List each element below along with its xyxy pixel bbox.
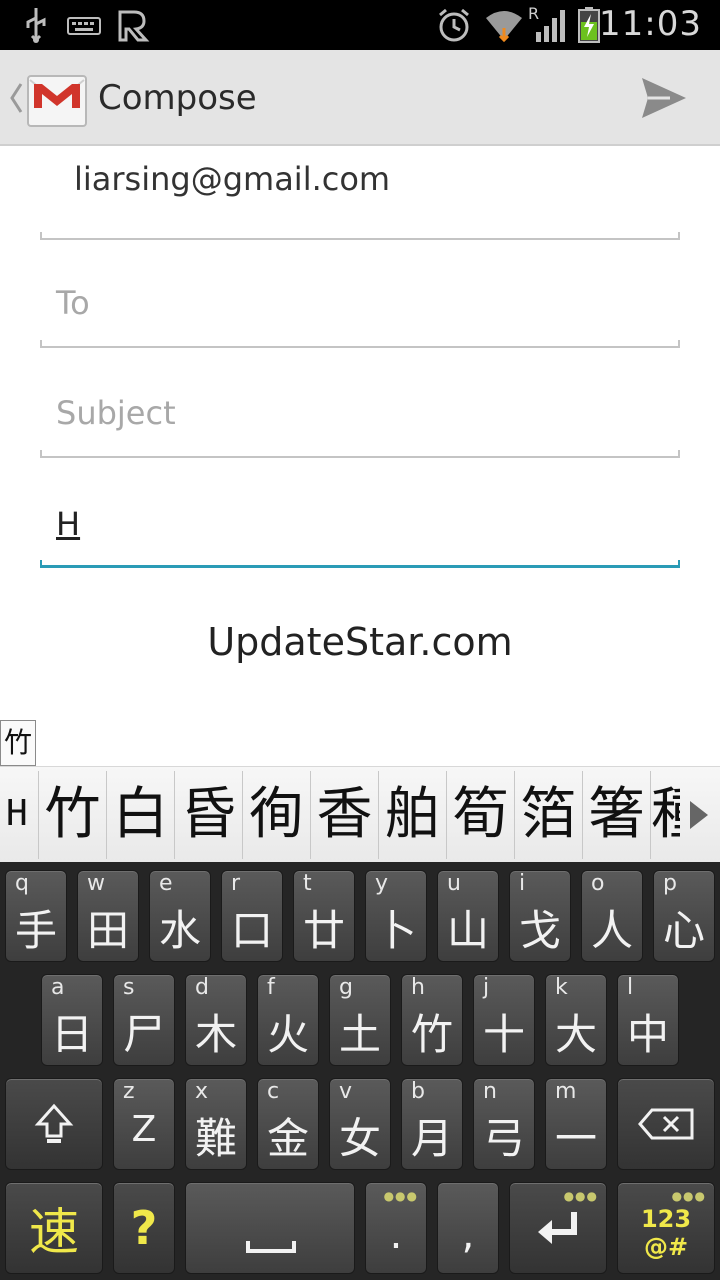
key-j[interactable]: j十	[473, 974, 535, 1066]
candidate-item[interactable]: 白	[106, 771, 174, 859]
key-x[interactable]: x難	[185, 1078, 247, 1170]
send-button[interactable]	[632, 68, 696, 128]
keyboard: q手 w田 e水 r口 t廿 y卜 u山 i戈 o人 p心 a日 s尸 d木 f…	[0, 862, 720, 1280]
candidate-item[interactable]: 箸	[582, 771, 650, 859]
shift-icon	[34, 1103, 74, 1143]
send-icon	[642, 78, 686, 118]
to-input[interactable]: To	[56, 284, 90, 322]
key-a[interactable]: a日	[41, 974, 103, 1066]
key-e[interactable]: e水	[149, 870, 211, 962]
candidate-item[interactable]: 香	[310, 771, 378, 859]
key-t[interactable]: t廿	[293, 870, 355, 962]
subject-input[interactable]: Subject	[56, 394, 176, 432]
app-r-icon	[118, 10, 150, 42]
composing-character: 竹	[0, 720, 36, 766]
gmail-icon[interactable]	[26, 68, 88, 130]
more-candidates-icon[interactable]	[688, 799, 710, 831]
backspace-icon	[638, 1108, 694, 1140]
key-f[interactable]: f火	[257, 974, 319, 1066]
key-z[interactable]: zZ	[113, 1078, 175, 1170]
key-u[interactable]: u山	[437, 870, 499, 962]
watermark-text: UpdateStar.com	[207, 620, 513, 664]
chevron-left-icon[interactable]	[8, 80, 24, 116]
key-c[interactable]: c金	[257, 1078, 319, 1170]
shift-key[interactable]	[5, 1078, 103, 1170]
candidate-item[interactable]: 竹	[38, 771, 106, 859]
key-l[interactable]: l中	[617, 974, 679, 1066]
speed-key[interactable]: 速	[5, 1182, 103, 1274]
space-key[interactable]	[185, 1182, 355, 1274]
key-k[interactable]: k大	[545, 974, 607, 1066]
compose-body-input[interactable]: H	[56, 505, 80, 543]
key-s[interactable]: s尸	[113, 974, 175, 1066]
candidate-item[interactable]: 箔	[514, 771, 582, 859]
key-b[interactable]: b月	[401, 1078, 463, 1170]
subject-field-underline	[40, 448, 680, 458]
backspace-key[interactable]	[617, 1078, 715, 1170]
typed-code: H	[6, 793, 28, 834]
keyboard-icon	[67, 17, 101, 35]
candidate-item[interactable]: 筍	[446, 771, 514, 859]
period-key[interactable]: ●●● .	[365, 1182, 427, 1274]
alarm-icon	[439, 8, 469, 42]
action-bar: Compose	[0, 50, 720, 146]
candidate-item[interactable]: 舶	[378, 771, 446, 859]
usb-icon	[26, 8, 46, 43]
key-d[interactable]: d木	[185, 974, 247, 1066]
wifi-icon	[486, 11, 522, 43]
key-g[interactable]: g土	[329, 974, 391, 1066]
to-field-underline	[40, 338, 680, 348]
key-o[interactable]: o人	[581, 870, 643, 962]
question-key[interactable]: ?	[113, 1182, 175, 1274]
status-bar: R 11:03	[0, 0, 720, 50]
signal-icon	[536, 10, 565, 42]
comma-key[interactable]: ,	[437, 1182, 499, 1274]
key-r[interactable]: r口	[221, 870, 283, 962]
key-n[interactable]: n弓	[473, 1078, 535, 1170]
page-title: Compose	[98, 78, 257, 118]
candidate-item[interactable]: 昏	[174, 771, 242, 859]
candidate-item[interactable]: 種	[650, 771, 680, 859]
symbols-key[interactable]: ●●● 123 @#	[617, 1182, 715, 1274]
candidate-bar: H 竹 白 昏 徇 香 舶 筍 箔 箸 種	[0, 766, 720, 862]
key-p[interactable]: p心	[653, 870, 715, 962]
key-h[interactable]: h竹	[401, 974, 463, 1066]
compose-body-underline	[40, 558, 680, 568]
key-m[interactable]: m一	[545, 1078, 607, 1170]
key-i[interactable]: i戈	[509, 870, 571, 962]
from-field[interactable]: liarsing@gmail.com	[74, 160, 390, 198]
enter-icon	[538, 1212, 577, 1244]
enter-key[interactable]: ●●●	[509, 1182, 607, 1274]
clock: 11:03	[599, 4, 702, 44]
from-field-underline	[40, 230, 680, 240]
key-y[interactable]: y卜	[365, 870, 427, 962]
candidate-item[interactable]: 徇	[242, 771, 310, 859]
space-icon	[246, 1241, 296, 1253]
key-v[interactable]: v女	[329, 1078, 391, 1170]
more-dots-icon: ●●●	[671, 1189, 706, 1203]
key-w[interactable]: w田	[77, 870, 139, 962]
key-q[interactable]: q手	[5, 870, 67, 962]
